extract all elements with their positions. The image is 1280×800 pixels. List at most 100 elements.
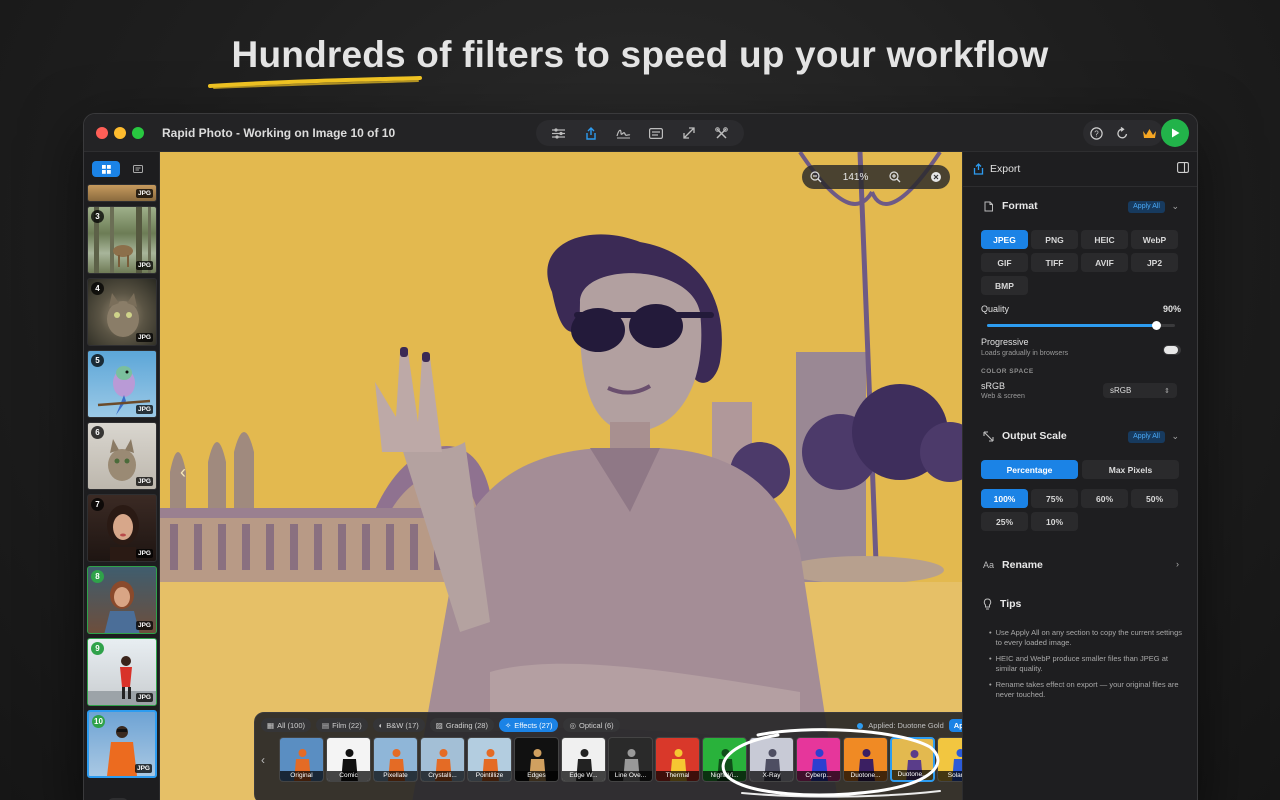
play-icon: [1172, 128, 1180, 138]
thumbnail-4[interactable]: 4 JPG: [87, 278, 157, 346]
scale-option[interactable]: 50%: [1131, 489, 1178, 508]
apply-filter-all-button[interactable]: Apply All: [948, 719, 962, 732]
filter-label: Duotone...: [892, 770, 933, 780]
filter-thumbnail[interactable]: Edges: [514, 737, 559, 782]
filter-thumbnail[interactable]: Comic: [326, 737, 371, 782]
format-option-jpeg[interactable]: JPEG: [981, 230, 1028, 249]
output-scale-section-header[interactable]: Output Scale: [983, 430, 1067, 442]
previous-image-arrow[interactable]: ‹: [180, 462, 186, 483]
category-bw[interactable]: ◐ B&W (17): [372, 718, 425, 732]
caption-icon[interactable]: [645, 122, 667, 144]
resize-icon[interactable]: [678, 122, 700, 144]
crown-icon[interactable]: [1139, 122, 1161, 144]
thumbnail-8[interactable]: 8 JPG: [87, 566, 157, 634]
thumbnail-3[interactable]: 3 JPG: [87, 206, 157, 274]
tab-percentage[interactable]: Percentage: [981, 460, 1078, 479]
thumbnail-10[interactable]: 10 JPG: [87, 710, 157, 778]
minimize-window-button[interactable]: [114, 127, 126, 139]
filter-thumbnail[interactable]: Original: [279, 737, 324, 782]
zoom-out-icon[interactable]: [810, 171, 822, 183]
close-window-button[interactable]: [96, 127, 108, 139]
main-toolbar: [536, 120, 744, 146]
filter-thumbnail[interactable]: Line Ove...: [608, 737, 653, 782]
chevron-down-icon[interactable]: ⌄: [1171, 431, 1179, 442]
thumbnail-2[interactable]: JPG: [87, 184, 157, 202]
sliders-icon[interactable]: [547, 122, 569, 144]
category-film[interactable]: ▤ Film (22): [316, 718, 368, 732]
filters-prev-arrow[interactable]: ‹: [261, 753, 265, 767]
slider-thumb[interactable]: [1152, 321, 1162, 330]
category-label: Optical (6): [579, 720, 614, 730]
file-type-badge: JPG: [135, 621, 153, 630]
zoom-window-button[interactable]: [132, 127, 144, 139]
sidebar-toggle-icon[interactable]: [1177, 162, 1189, 173]
section-title: Rename: [1002, 559, 1043, 571]
filter-label: Cyberp...: [797, 771, 840, 781]
format-option-gif[interactable]: GIF: [981, 253, 1028, 272]
category-grading[interactable]: ▨ Grading (28): [429, 718, 494, 732]
format-option-webp[interactable]: WebP: [1131, 230, 1178, 249]
file-type-badge: JPG: [134, 764, 152, 773]
category-optical[interactable]: ◎ Optical (6): [563, 718, 620, 732]
help-icon[interactable]: ?: [1085, 122, 1107, 144]
format-option-jp2[interactable]: JP2: [1131, 253, 1178, 272]
category-label: Effects (27): [514, 720, 553, 730]
format-option-png[interactable]: PNG: [1031, 230, 1078, 249]
filter-thumbnail[interactable]: Duotone...: [890, 737, 935, 782]
scale-apply-all-button[interactable]: Apply All: [1128, 431, 1165, 443]
signature-icon[interactable]: [613, 122, 635, 144]
progressive-toggle[interactable]: [1163, 345, 1181, 355]
quality-slider[interactable]: [987, 321, 1175, 330]
format-section-header[interactable]: Format: [983, 200, 1038, 212]
thumbnail-6[interactable]: 6 JPG: [87, 422, 157, 490]
zoom-in-icon[interactable]: [889, 171, 901, 183]
filter-thumbnail[interactable]: X-Ray: [749, 737, 794, 782]
color-space-select[interactable]: sRGB ⇕: [1103, 383, 1177, 398]
filter-thumbnail[interactable]: Pointillize: [467, 737, 512, 782]
scale-option[interactable]: 25%: [981, 512, 1028, 531]
filter-thumbnail[interactable]: Crystalli...: [420, 737, 465, 782]
filter-label: Original: [280, 771, 323, 781]
close-zoom-icon[interactable]: [922, 171, 942, 183]
grid-view-button[interactable]: [92, 161, 120, 177]
scale-option[interactable]: 10%: [1031, 512, 1078, 531]
filter-thumbnail[interactable]: Duotone...: [843, 737, 888, 782]
chevron-down-icon[interactable]: ⌄: [1171, 201, 1179, 212]
refresh-icon[interactable]: [1112, 122, 1134, 144]
rename-section-header[interactable]: Aa Rename: [983, 559, 1043, 571]
section-title: Format: [1002, 200, 1038, 212]
scale-icon: [983, 430, 994, 442]
chevron-right-icon[interactable]: ›: [1176, 559, 1179, 569]
format-apply-all-button[interactable]: Apply All: [1128, 201, 1165, 213]
tab-max-pixels[interactable]: Max Pixels: [1082, 460, 1179, 479]
filter-thumbnail[interactable]: Solarize: [937, 737, 962, 782]
filter-thumbnail[interactable]: Cyberp...: [796, 737, 841, 782]
section-title: Output Scale: [1002, 430, 1067, 442]
thumbnail-5[interactable]: 5 JPG: [87, 350, 157, 418]
image-canvas[interactable]: 141% ‹ ▦ All (100) ▤ Film (22) ◐ B&W (17) ▨…: [160, 152, 962, 800]
category-label: All (100): [277, 720, 306, 730]
scale-option[interactable]: 100%: [981, 489, 1028, 508]
filter-thumbnail[interactable]: Pixellate: [373, 737, 418, 782]
thumbnail-7[interactable]: 7 JPG: [87, 494, 157, 562]
tools-icon[interactable]: [711, 122, 733, 144]
thumbnail-9[interactable]: 9 JPG: [87, 638, 157, 706]
text-icon: Aa: [983, 560, 995, 570]
share-icon[interactable]: [580, 122, 602, 144]
scale-option[interactable]: 60%: [1081, 489, 1128, 508]
scale-option[interactable]: 75%: [1031, 489, 1078, 508]
filter-label: Pixellate: [374, 771, 417, 781]
list-view-button[interactable]: [124, 161, 152, 177]
filter-thumbnail[interactable]: Night Vi...: [702, 737, 747, 782]
format-option-avif[interactable]: AVIF: [1081, 253, 1128, 272]
category-all[interactable]: ▦ All (100): [261, 718, 312, 732]
thumbnail-number: 6: [91, 426, 104, 439]
format-option-tiff[interactable]: TIFF: [1031, 253, 1078, 272]
run-export-button[interactable]: [1161, 119, 1189, 147]
filter-thumbnail[interactable]: Edge W...: [561, 737, 606, 782]
format-option-heic[interactable]: HEIC: [1081, 230, 1128, 249]
tip-item: • Rename takes effect on export — your or…: [989, 680, 1185, 700]
format-option-bmp[interactable]: BMP: [981, 276, 1028, 295]
category-effects[interactable]: ✧ Effects (27): [498, 718, 559, 732]
filter-thumbnail[interactable]: Thermal: [655, 737, 700, 782]
